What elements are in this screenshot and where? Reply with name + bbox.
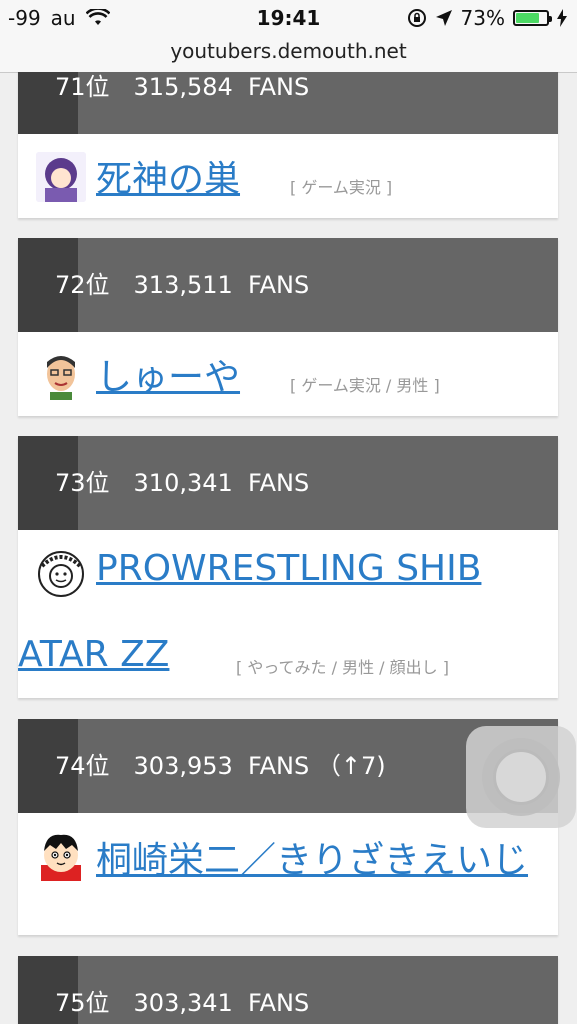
channel-name-link[interactable]: 桐崎栄二／きりざきえいじ [96,831,528,883]
channel-category: [ ゲーム実況 ] [290,178,393,197]
channel-entry: しゅーや [ ゲーム実況 / 男性 ] [18,332,558,416]
rank-header: 75位 303,341 FANS [18,956,558,1024]
rotation-lock-icon [407,9,426,27]
channel-thumbnail[interactable] [36,548,86,598]
ranking-list: 71位 315,584 FANS 死神の巣 [ ゲーム実況 ] 72位 313,… [0,72,577,1024]
rank-text: 73位 310,341 FANS [55,469,310,497]
rank-card-71: 71位 315,584 FANS 死神の巣 [ ゲーム実況 ] [18,72,558,218]
location-arrow-icon [435,10,452,26]
channel-entry: 桐崎栄二／きりざきえいじ [18,813,558,935]
channel-entry: 死神の巣 [ ゲーム実況 ] [18,134,558,218]
rank-text: 75位 303,341 FANS [55,989,310,1017]
channel-category: [ ゲーム実況 / 男性 ] [290,376,440,395]
rank-header: 72位 313,511 FANS [18,238,558,332]
rank-header: 73位 310,341 FANS [18,436,558,530]
channel-category: [ やってみた / 男性 / 顔出し ] [236,658,449,677]
channel-name-link-line2[interactable]: ATAR ZZ [18,634,169,675]
rank-card-75: 75位 303,341 FANS [18,956,558,1024]
battery-percent: 73% [460,6,505,30]
rank-card-73: 73位 310,341 FANS PROWRESTLING SHIB ATAR … [18,436,558,698]
rank-header: 71位 315,584 FANS [18,72,558,134]
status-bar: -99 au 19:41 73% [0,0,577,36]
channel-name-link-line1[interactable]: PROWRESTLING SHIB [96,548,481,589]
channel-thumbnail[interactable] [36,152,86,202]
channel-thumbnail[interactable] [36,831,86,881]
channel-entry: PROWRESTLING SHIB ATAR ZZ [ やってみた / 男性 /… [18,530,558,698]
rank-text: 74位 303,953 FANS （↑7) [55,752,386,780]
status-right: 73% [407,6,567,30]
rank-card-72: 72位 313,511 FANS しゅーや [ ゲーム実況 / 男性 ] [18,238,558,416]
channel-thumbnail[interactable] [36,350,86,400]
address-bar[interactable]: youtubers.demouth.net [0,36,577,73]
battery-icon [513,10,552,26]
channel-name-link[interactable]: 死神の巣 [96,150,240,202]
rank-text: 72位 313,511 FANS [55,271,310,299]
assistive-touch-inner-circle [493,749,549,805]
rank-text: 71位 315,584 FANS [55,73,310,101]
channel-name-link[interactable]: しゅーや [96,348,240,400]
charging-bolt-icon [557,9,567,27]
assistive-touch-button[interactable] [466,726,576,828]
